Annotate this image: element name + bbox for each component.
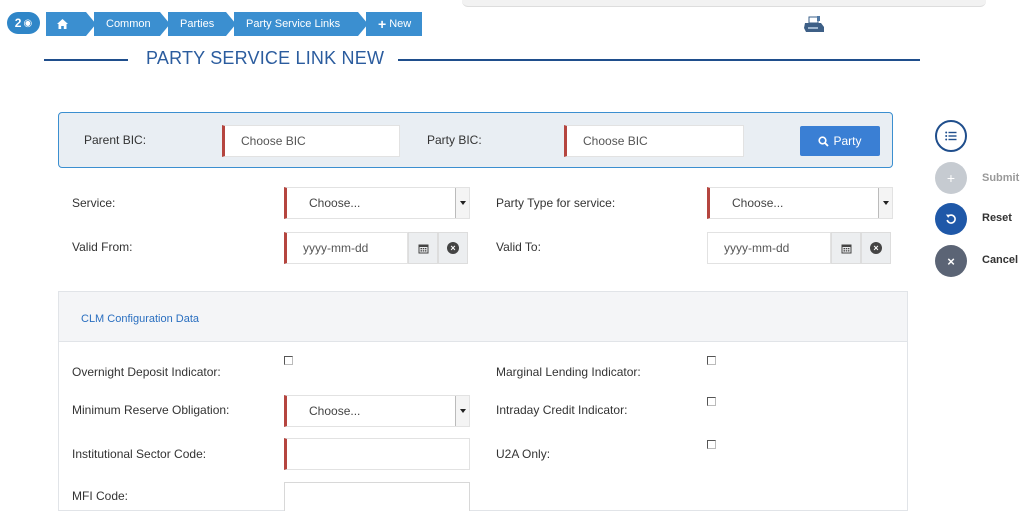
list-icon [945, 131, 957, 141]
page-title-row: PARTY SERVICE LINK NEW [44, 48, 920, 72]
party-type-select-value: Choose... [732, 196, 784, 210]
institutional-sector-label: Institutional Sector Code: [72, 447, 207, 461]
submit-button[interactable]: + [935, 162, 967, 194]
submit-label: Submit [982, 172, 1020, 184]
minimum-reserve-label: Minimum Reserve Obligation: [72, 403, 230, 417]
overnight-deposit-label: Overnight Deposit Indicator: [72, 365, 221, 379]
valid-to-clear-button[interactable]: × [861, 232, 891, 264]
undo-icon [946, 214, 956, 224]
breadcrumb-new[interactable]: + New [366, 12, 422, 36]
institutional-sector-input[interactable] [284, 438, 470, 470]
chevron-down-icon [455, 396, 469, 426]
printer-icon[interactable] [803, 16, 825, 34]
valid-from-clear-button[interactable]: × [438, 232, 468, 264]
mfi-code-label: MFI Code: [72, 489, 129, 503]
list-view-button[interactable] [935, 120, 967, 152]
clear-icon: × [870, 242, 882, 254]
calendar-icon [418, 244, 428, 253]
page-title: PARTY SERVICE LINK NEW [146, 48, 385, 68]
title-divider-right [398, 59, 920, 61]
clear-icon: × [447, 242, 459, 254]
clm-section-header[interactable]: CLM Configuration Data [59, 292, 907, 342]
breadcrumb-label: Parties [180, 18, 215, 30]
party-type-select[interactable]: Choose... [707, 187, 893, 219]
u2a-only-label: U2A Only: [496, 447, 551, 461]
clm-section-title[interactable]: CLM Configuration Data [81, 313, 199, 325]
valid-from-label: Valid From: [72, 240, 133, 254]
plus-icon: + [378, 16, 387, 32]
home-icon [57, 19, 68, 29]
close-icon: × [947, 253, 955, 269]
search-icon [818, 135, 830, 147]
valid-to-label: Valid To: [496, 240, 541, 254]
intraday-credit-label: Intraday Credit Indicator: [496, 403, 628, 417]
calendar-icon [841, 244, 851, 253]
breadcrumb-common[interactable]: Common [94, 12, 170, 36]
breadcrumb-home[interactable] [46, 12, 96, 36]
clm-configuration-section: CLM Configuration Data [58, 291, 908, 511]
parent-bic-label: Parent BIC: [84, 133, 147, 147]
service-select[interactable]: Choose... [284, 187, 470, 219]
valid-to-calendar-button[interactable] [831, 232, 861, 264]
breadcrumb-label: New [389, 18, 412, 30]
breadcrumb: 2 ◉ Common Parties Party Service Links +… [0, 0, 1034, 44]
marginal-lending-label: Marginal Lending Indicator: [496, 365, 641, 379]
breadcrumb-label: Party Service Links [246, 18, 341, 30]
party-bic-field[interactable]: Choose BIC [564, 125, 744, 157]
intraday-credit-checkbox[interactable] [707, 397, 716, 406]
reset-label: Reset [982, 212, 1012, 224]
party-button-label: Party [833, 134, 862, 148]
breadcrumb-party-service-links[interactable]: Party Service Links [234, 12, 368, 36]
minimum-reserve-select[interactable]: Choose... [284, 395, 470, 427]
chevron-down-icon [878, 188, 892, 218]
plus-icon: + [946, 170, 956, 186]
cancel-button[interactable]: × [935, 245, 967, 277]
chevron-down-icon [455, 188, 469, 218]
minimum-reserve-select-value: Choose... [309, 404, 361, 418]
history-badge[interactable]: 2 ◉ [7, 12, 40, 34]
party-search-button[interactable]: Party [800, 126, 880, 156]
mfi-code-input[interactable] [284, 482, 470, 511]
cancel-label: Cancel [982, 254, 1019, 266]
party-bic-label: Party BIC: [427, 133, 482, 147]
service-select-value: Choose... [309, 196, 361, 210]
eye-icon: ◉ [23, 17, 33, 29]
breadcrumb-parties[interactable]: Parties [168, 12, 236, 36]
reset-button[interactable] [935, 203, 967, 235]
valid-to-input[interactable]: yyyy-mm-dd [707, 232, 831, 264]
marginal-lending-checkbox[interactable] [707, 356, 716, 365]
breadcrumb-label: Common [106, 18, 151, 30]
party-type-label: Party Type for service: [496, 196, 616, 210]
overnight-deposit-checkbox[interactable] [284, 356, 293, 365]
valid-from-calendar-button[interactable] [408, 232, 438, 264]
service-label: Service: [72, 196, 116, 210]
parent-bic-field[interactable]: Choose BIC [222, 125, 400, 157]
valid-from-input[interactable]: yyyy-mm-dd [284, 232, 408, 264]
u2a-only-checkbox[interactable] [707, 440, 716, 449]
history-count: 2 [14, 16, 22, 30]
title-divider-left [44, 59, 128, 61]
